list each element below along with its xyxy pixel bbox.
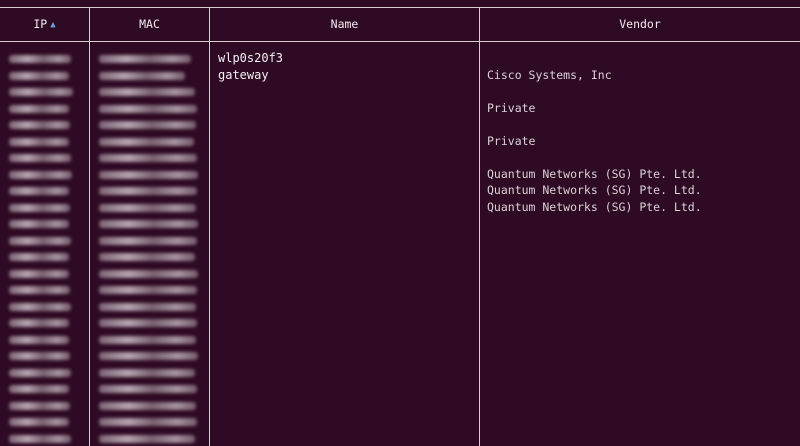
redacted-ip-address: [9, 187, 69, 195]
table-row[interactable]: Quantum Networks (SG) Pte. Ltd.: [0, 182, 800, 199]
column-header-ip[interactable]: IP ▲: [0, 8, 89, 41]
redacted-ip-address: [9, 319, 69, 327]
redacted-ip-address: [9, 385, 69, 393]
redacted-ip-address: [9, 434, 71, 443]
redacted-mac-address: [99, 71, 185, 80]
table-row[interactable]: [0, 149, 800, 166]
redacted-mac-address: [99, 368, 195, 377]
redacted-mac-address: [99, 385, 197, 393]
table-row[interactable]: [0, 397, 800, 414]
redacted-mac-address: [99, 220, 198, 228]
table-row[interactable]: [0, 364, 800, 381]
redacted-ip-address: [9, 121, 70, 129]
column-header-vendor[interactable]: Vendor: [480, 8, 800, 41]
table-row[interactable]: [0, 265, 800, 282]
device-vendor: Private: [487, 133, 536, 148]
redacted-ip-address: [9, 368, 71, 377]
redacted-ip-address: [9, 253, 69, 261]
table-row[interactable]: [0, 430, 800, 446]
header-divider: [0, 41, 800, 42]
redacted-mac-address: [99, 104, 197, 113]
table-row[interactable]: [0, 215, 800, 232]
table-row[interactable]: [0, 314, 800, 331]
redacted-mac-address: [99, 137, 194, 146]
table-row[interactable]: gateway Cisco Systems, Inc: [0, 67, 800, 84]
redacted-mac-address: [99, 319, 197, 327]
table-row[interactable]: [0, 380, 800, 397]
redacted-ip-address: [9, 401, 70, 410]
table-row[interactable]: [0, 248, 800, 265]
redacted-mac-address: [99, 236, 197, 245]
table-row[interactable]: Private: [0, 100, 800, 117]
table-row[interactable]: [0, 413, 800, 430]
table-row[interactable]: Quantum Networks (SG) Pte. Ltd.: [0, 199, 800, 216]
redacted-ip-address: [9, 203, 70, 212]
device-table: IP ▲ MAC Name Vendor wlp0s20f3 gateway Cisc…: [0, 0, 800, 446]
redacted-ip-address: [9, 335, 69, 344]
redacted-mac-address: [99, 154, 197, 162]
device-vendor: Quantum Networks (SG) Pte. Ltd.: [487, 166, 702, 181]
table-row[interactable]: [0, 347, 800, 364]
redacted-ip-address: [9, 170, 72, 179]
redacted-ip-address: [9, 236, 71, 245]
sort-ascending-icon: ▲: [50, 20, 56, 30]
redacted-ip-address: [9, 286, 70, 294]
device-vendor: Private: [487, 100, 536, 115]
redacted-mac-address: [99, 253, 195, 261]
redacted-mac-address: [99, 434, 195, 443]
redacted-ip-address: [9, 71, 69, 80]
device-name: wlp0s20f3: [218, 51, 284, 65]
column-header-mac[interactable]: MAC: [90, 8, 209, 41]
redacted-ip-address: [9, 88, 73, 96]
redacted-mac-address: [99, 269, 198, 278]
table-row[interactable]: Quantum Networks (SG) Pte. Ltd.: [0, 166, 800, 183]
redacted-mac-address: [99, 352, 198, 360]
redacted-mac-address: [99, 187, 197, 195]
redacted-ip-address: [9, 137, 69, 146]
redacted-ip-address: [9, 55, 71, 63]
table-row[interactable]: [0, 331, 800, 348]
redacted-mac-address: [99, 203, 196, 212]
redacted-mac-address: [99, 335, 196, 344]
column-header-vendor-label: Vendor: [619, 17, 661, 31]
redacted-mac-address: [99, 302, 196, 311]
column-header-mac-label: MAC: [139, 17, 160, 31]
column-header-name[interactable]: Name: [210, 8, 479, 41]
table-row[interactable]: [0, 298, 800, 315]
device-name: gateway: [218, 67, 269, 82]
redacted-mac-address: [99, 401, 196, 410]
redacted-ip-address: [9, 220, 69, 228]
table-row[interactable]: [0, 116, 800, 133]
table-row[interactable]: [0, 232, 800, 249]
table-row[interactable]: wlp0s20f3: [0, 50, 800, 67]
device-vendor: Quantum Networks (SG) Pte. Ltd.: [487, 183, 702, 197]
device-vendor: Cisco Systems, Inc: [487, 67, 612, 82]
device-vendor: Quantum Networks (SG) Pte. Ltd.: [487, 199, 702, 214]
redacted-mac-address: [99, 55, 191, 63]
table-row[interactable]: [0, 281, 800, 298]
column-header-name-label: Name: [330, 17, 359, 31]
redacted-ip-address: [9, 302, 71, 311]
redacted-mac-address: [99, 121, 196, 129]
redacted-ip-address: [9, 104, 69, 113]
redacted-ip-address: [9, 352, 70, 360]
redacted-mac-address: [99, 286, 197, 294]
redacted-ip-address: [9, 154, 71, 162]
redacted-mac-address: [99, 170, 198, 179]
table-row[interactable]: [0, 83, 800, 100]
table-row[interactable]: Private: [0, 133, 800, 150]
redacted-mac-address: [99, 418, 197, 426]
redacted-mac-address: [99, 88, 195, 96]
redacted-ip-address: [9, 418, 69, 426]
redacted-ip-address: [9, 269, 69, 278]
column-header-ip-label: IP: [33, 17, 48, 31]
